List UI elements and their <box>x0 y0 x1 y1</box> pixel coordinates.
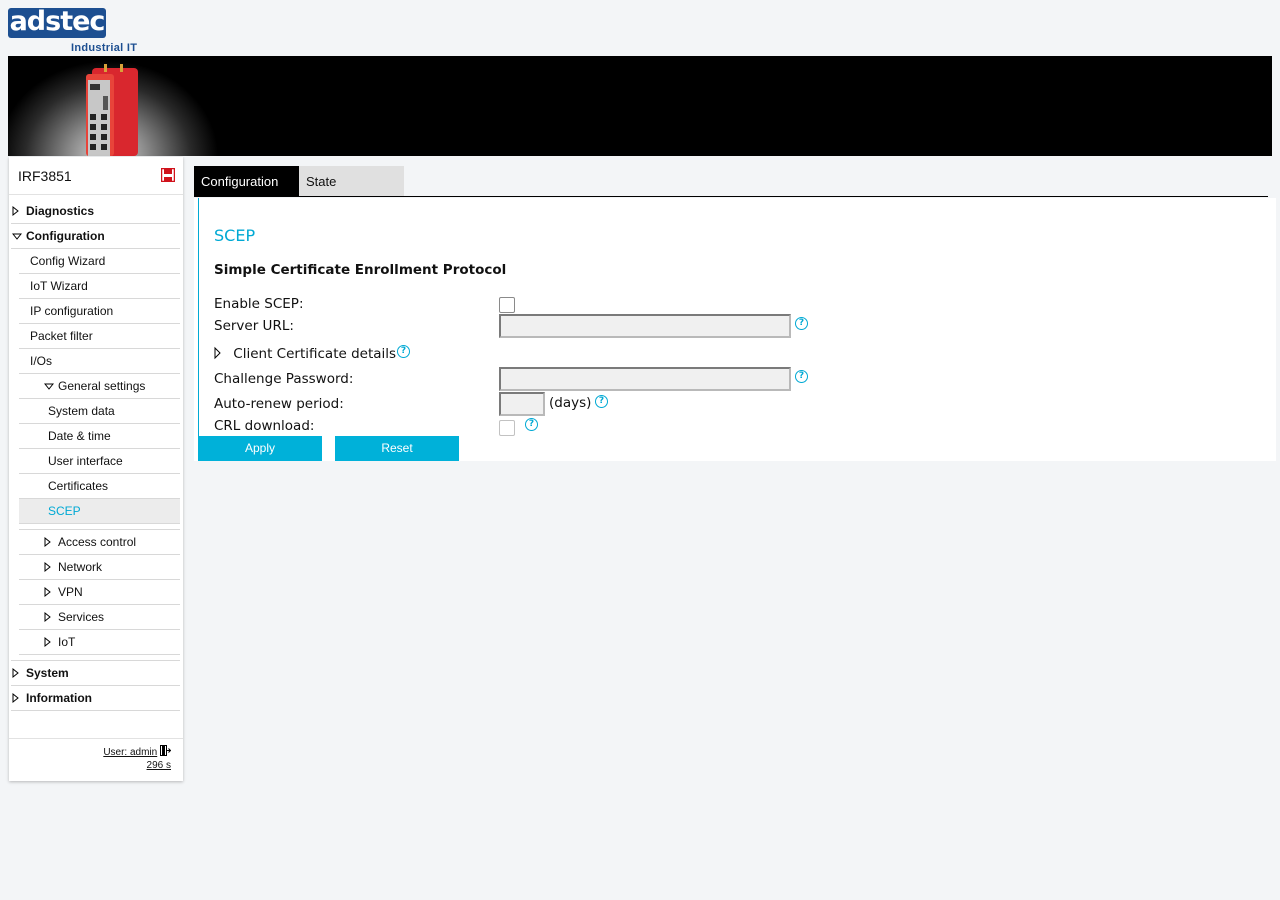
content-panel: SCEP Simple Certificate Enrollment Proto… <box>194 198 1276 461</box>
auto-renew-unit: (days) <box>549 395 592 411</box>
chevron-right-icon <box>44 536 51 548</box>
server-url-input[interactable] <box>499 314 791 338</box>
chevron-right-icon <box>44 611 51 623</box>
chevron-right-icon <box>12 205 19 217</box>
device-header: IRF3851 <box>9 157 183 195</box>
sidebar-item-date-time[interactable]: Date & time <box>19 424 180 449</box>
panel-accent-border <box>198 198 199 436</box>
sidebar-item-packet-filter[interactable]: Packet filter <box>19 324 180 349</box>
device-name: IRF3851 <box>18 168 72 184</box>
save-icon[interactable] <box>161 168 175 182</box>
sidebar-item-system-data[interactable]: System data <box>19 399 180 424</box>
logout-icon[interactable] <box>160 745 171 756</box>
chevron-right-icon <box>44 561 51 573</box>
session-timer: 296 s <box>146 760 171 771</box>
chevron-right-icon <box>44 636 51 648</box>
help-icon[interactable]: ? <box>397 345 410 358</box>
sidebar-item-config-wizard[interactable]: Config Wizard <box>19 249 180 274</box>
adstec-logo: adstec Industrial IT <box>8 8 138 54</box>
crl-download-label: CRL download: <box>214 418 315 434</box>
challenge-password-input[interactable] <box>499 367 791 391</box>
session-footer: User: admin 296 s <box>9 738 183 781</box>
help-icon[interactable]: ? <box>595 395 608 408</box>
chevron-right-icon <box>12 692 19 704</box>
help-icon[interactable]: ? <box>525 418 538 431</box>
crl-download-checkbox[interactable] <box>499 420 515 436</box>
sidebar-item-general-settings[interactable]: General settings <box>19 374 180 399</box>
chevron-down-icon <box>44 383 54 390</box>
chevron-down-icon <box>12 233 22 240</box>
sidebar-item-system[interactable]: System <box>11 661 180 686</box>
client-certificate-label: Client Certificate details <box>233 346 397 362</box>
tab-state[interactable]: State <box>299 166 404 196</box>
sidebar-item-ios[interactable]: I/Os <box>19 349 180 374</box>
user-link[interactable]: User: admin <box>103 747 157 758</box>
auto-renew-label: Auto-renew period: <box>214 396 344 412</box>
sidebar-item-iot-wizard[interactable]: IoT Wizard <box>19 274 180 299</box>
challenge-password-label: Challenge Password: <box>214 371 354 387</box>
section-title: Simple Certificate Enrollment Protocol <box>214 262 507 278</box>
sidebar-item-network[interactable]: Network <box>19 555 180 580</box>
apply-button[interactable]: Apply <box>198 436 322 461</box>
sidebar-item-diagnostics[interactable]: Diagnostics <box>11 199 180 224</box>
sidebar-item-iot[interactable]: IoT <box>19 630 180 655</box>
chevron-right-icon <box>12 667 19 679</box>
sidebar-item-scep[interactable]: SCEP <box>19 499 180 524</box>
header-banner <box>8 56 1272 156</box>
logo-tagline: Industrial IT <box>71 42 138 54</box>
enable-scep-checkbox[interactable] <box>499 297 515 313</box>
sidebar-item-configuration[interactable]: Configuration <box>11 224 180 249</box>
sidebar: IRF3851 Diagnostics Configuration Config… <box>9 157 183 781</box>
sidebar-item-services[interactable]: Services <box>19 605 180 630</box>
chevron-right-icon <box>44 586 51 598</box>
sidebar-item-vpn[interactable]: VPN <box>19 580 180 605</box>
enable-scep-label: Enable SCEP: <box>214 296 304 312</box>
sidebar-item-access-control[interactable]: Access control <box>19 530 180 555</box>
router-device-image <box>86 64 138 156</box>
reset-button[interactable]: Reset <box>335 436 459 461</box>
tab-underline <box>194 196 1268 197</box>
sidebar-item-certificates[interactable]: Certificates <box>19 474 180 499</box>
help-icon[interactable]: ? <box>795 317 808 330</box>
client-certificate-expander[interactable]: Client Certificate details <box>214 346 396 362</box>
tab-configuration[interactable]: Configuration <box>194 166 299 196</box>
help-icon[interactable]: ? <box>795 370 808 383</box>
logo-wordmark: adstec <box>8 6 106 38</box>
sidebar-item-user-interface[interactable]: User interface <box>19 449 180 474</box>
chevron-right-icon <box>214 346 221 360</box>
auto-renew-input[interactable] <box>499 392 545 416</box>
sidebar-item-information[interactable]: Information <box>11 686 180 711</box>
page-title: SCEP <box>214 226 256 245</box>
server-url-label: Server URL: <box>214 318 294 334</box>
sidebar-item-ip-configuration[interactable]: IP configuration <box>19 299 180 324</box>
